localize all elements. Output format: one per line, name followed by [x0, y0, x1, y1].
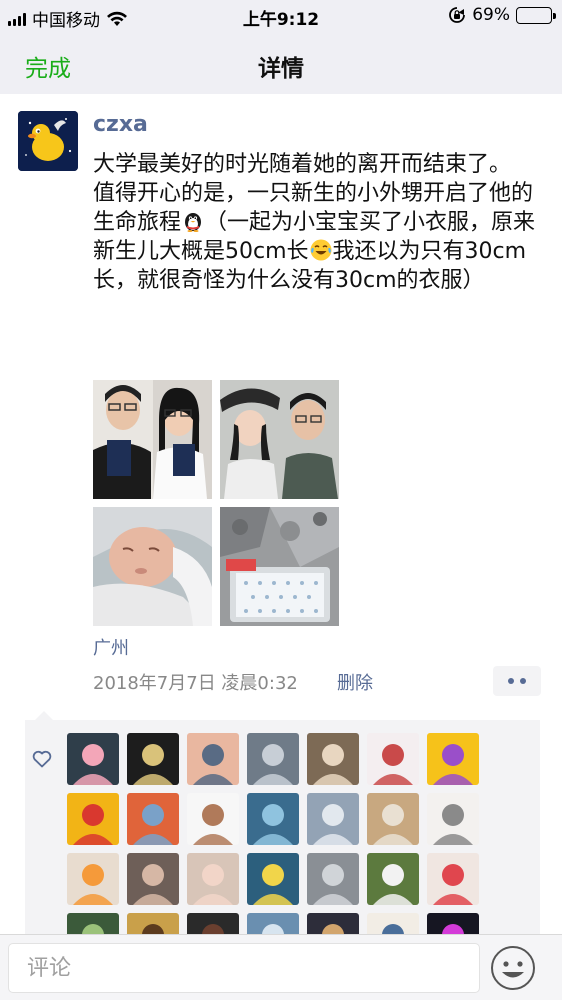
liker-avatar[interactable]	[427, 853, 479, 905]
liker-avatar[interactable]	[67, 793, 119, 845]
liker-avatar[interactable]	[427, 793, 479, 845]
liker-avatar[interactable]	[187, 733, 239, 785]
author-avatar[interactable]	[18, 111, 78, 171]
liker-avatar[interactable]	[127, 853, 179, 905]
liker-avatar[interactable]	[307, 913, 359, 934]
status-right: 69%	[448, 5, 556, 25]
moment-post: czxa 大学最美好的时光随着她的离开而结束了。 值得开心的是，一只新生的小外甥…	[0, 94, 562, 934]
liker-avatar[interactable]	[307, 853, 359, 905]
photo-couple-selfie[interactable]	[220, 380, 339, 499]
photo-baby-clothes[interactable]	[220, 507, 339, 626]
more-dots-icon[interactable]	[493, 666, 541, 696]
battery-percent: 69%	[472, 5, 510, 25]
liker-avatar[interactable]	[247, 913, 299, 934]
liker-avatar[interactable]	[187, 913, 239, 934]
post-location[interactable]: 广州	[93, 634, 129, 660]
liker-avatar[interactable]	[367, 913, 419, 934]
liker-avatar[interactable]	[247, 853, 299, 905]
liker-avatar[interactable]	[427, 913, 479, 934]
comment-bar	[0, 934, 562, 1000]
avatar-image	[18, 111, 78, 171]
liker-avatar[interactable]	[247, 733, 299, 785]
liker-avatar[interactable]	[367, 733, 419, 785]
post-timestamp: 2018年7月7日 凌晨0:32	[93, 673, 298, 694]
post-text: 大学最美好的时光随着她的离开而结束了。 值得开心的是，一只新生的小外甥开启了他的…	[93, 150, 548, 295]
battery-icon	[516, 6, 556, 24]
smiley-face-icon[interactable]	[490, 945, 536, 991]
comment-input[interactable]	[8, 943, 480, 993]
page-title: 详情	[258, 56, 304, 82]
liker-avatar[interactable]	[367, 853, 419, 905]
status-bar: 中国移动 上午9:12 69%	[0, 0, 562, 32]
liker-avatar[interactable]	[187, 793, 239, 845]
photo-grid	[93, 380, 339, 626]
likes-panel	[25, 711, 540, 934]
crying-laughing-icon	[310, 239, 332, 261]
liker-avatar[interactable]	[67, 733, 119, 785]
liker-avatar[interactable]	[127, 733, 179, 785]
nav-bar: 完成 详情	[0, 32, 562, 94]
liker-avatar[interactable]	[67, 853, 119, 905]
liker-avatar[interactable]	[367, 793, 419, 845]
delete-button[interactable]: 删除	[337, 669, 373, 695]
liker-avatar[interactable]	[67, 913, 119, 934]
penguin-icon	[185, 213, 202, 232]
photo-couple-passports[interactable]	[93, 380, 212, 499]
liker-avatar[interactable]	[307, 733, 359, 785]
liker-avatar[interactable]	[427, 733, 479, 785]
photo-newborn-baby[interactable]	[93, 507, 212, 626]
liker-avatar[interactable]	[187, 853, 239, 905]
liker-avatar[interactable]	[247, 793, 299, 845]
liker-avatar[interactable]	[127, 913, 179, 934]
rotation-lock-icon	[449, 7, 466, 23]
heart-outline-icon	[32, 750, 52, 768]
author-name[interactable]: czxa	[93, 112, 148, 137]
liker-avatar[interactable]	[127, 793, 179, 845]
liker-avatar[interactable]	[307, 793, 359, 845]
